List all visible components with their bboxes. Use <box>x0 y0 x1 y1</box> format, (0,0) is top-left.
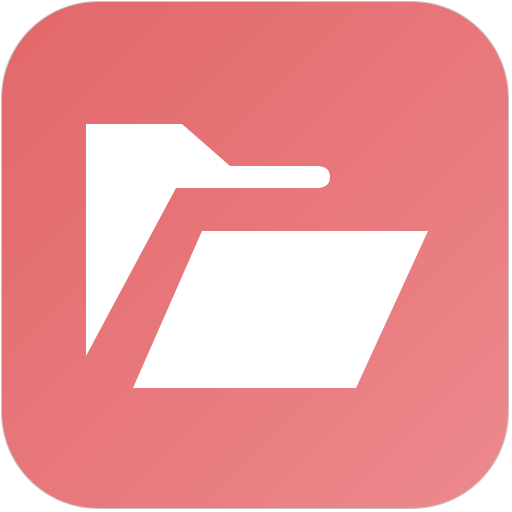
app-icon-canvas <box>0 0 512 512</box>
open-folder-icon <box>86 124 428 388</box>
folder-front-panel <box>133 231 428 388</box>
